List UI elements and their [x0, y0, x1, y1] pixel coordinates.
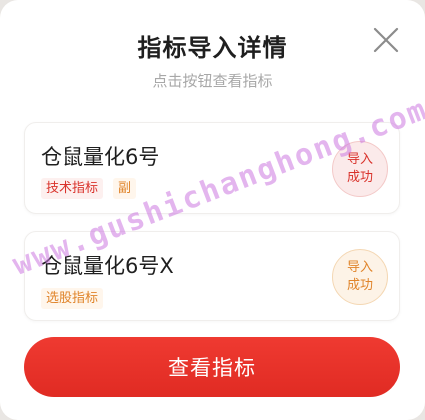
indicator-tags: 技术指标 副 — [41, 178, 137, 199]
import-success-badge: 导入 成功 — [332, 249, 388, 305]
view-indicators-button[interactable]: 查看指标 — [24, 337, 400, 397]
badge-line-1: 导入 — [346, 152, 373, 167]
import-success-badge: 导入 成功 — [332, 141, 388, 197]
indicator-name: 仓鼠量化6号 — [41, 145, 160, 169]
dialog-subtitle: 点击按钮查看指标 — [152, 72, 273, 90]
indicator-card: 仓鼠量化6号X 选股指标 导入 成功 — [24, 231, 400, 321]
indicator-name: 仓鼠量化6号X — [41, 254, 174, 278]
indicator-card: 仓鼠量化6号 技术指标 副 导入 成功 — [24, 122, 400, 214]
badge-line-1: 导入 — [346, 260, 373, 275]
import-details-dialog: 指标导入详情 点击按钮查看指标 仓鼠量化6号 技术指标 副 导入 成功 仓鼠量化… — [0, 0, 425, 420]
dialog-title: 指标导入详情 — [137, 34, 288, 62]
tag-sub: 副 — [113, 178, 137, 199]
badge-line-2: 成功 — [346, 170, 373, 185]
indicator-tags: 选股指标 — [41, 288, 104, 309]
close-icon[interactable] — [370, 24, 402, 56]
tag-stock-picking: 选股指标 — [41, 288, 104, 309]
tag-technical: 技术指标 — [41, 178, 104, 199]
badge-line-2: 成功 — [346, 278, 373, 293]
